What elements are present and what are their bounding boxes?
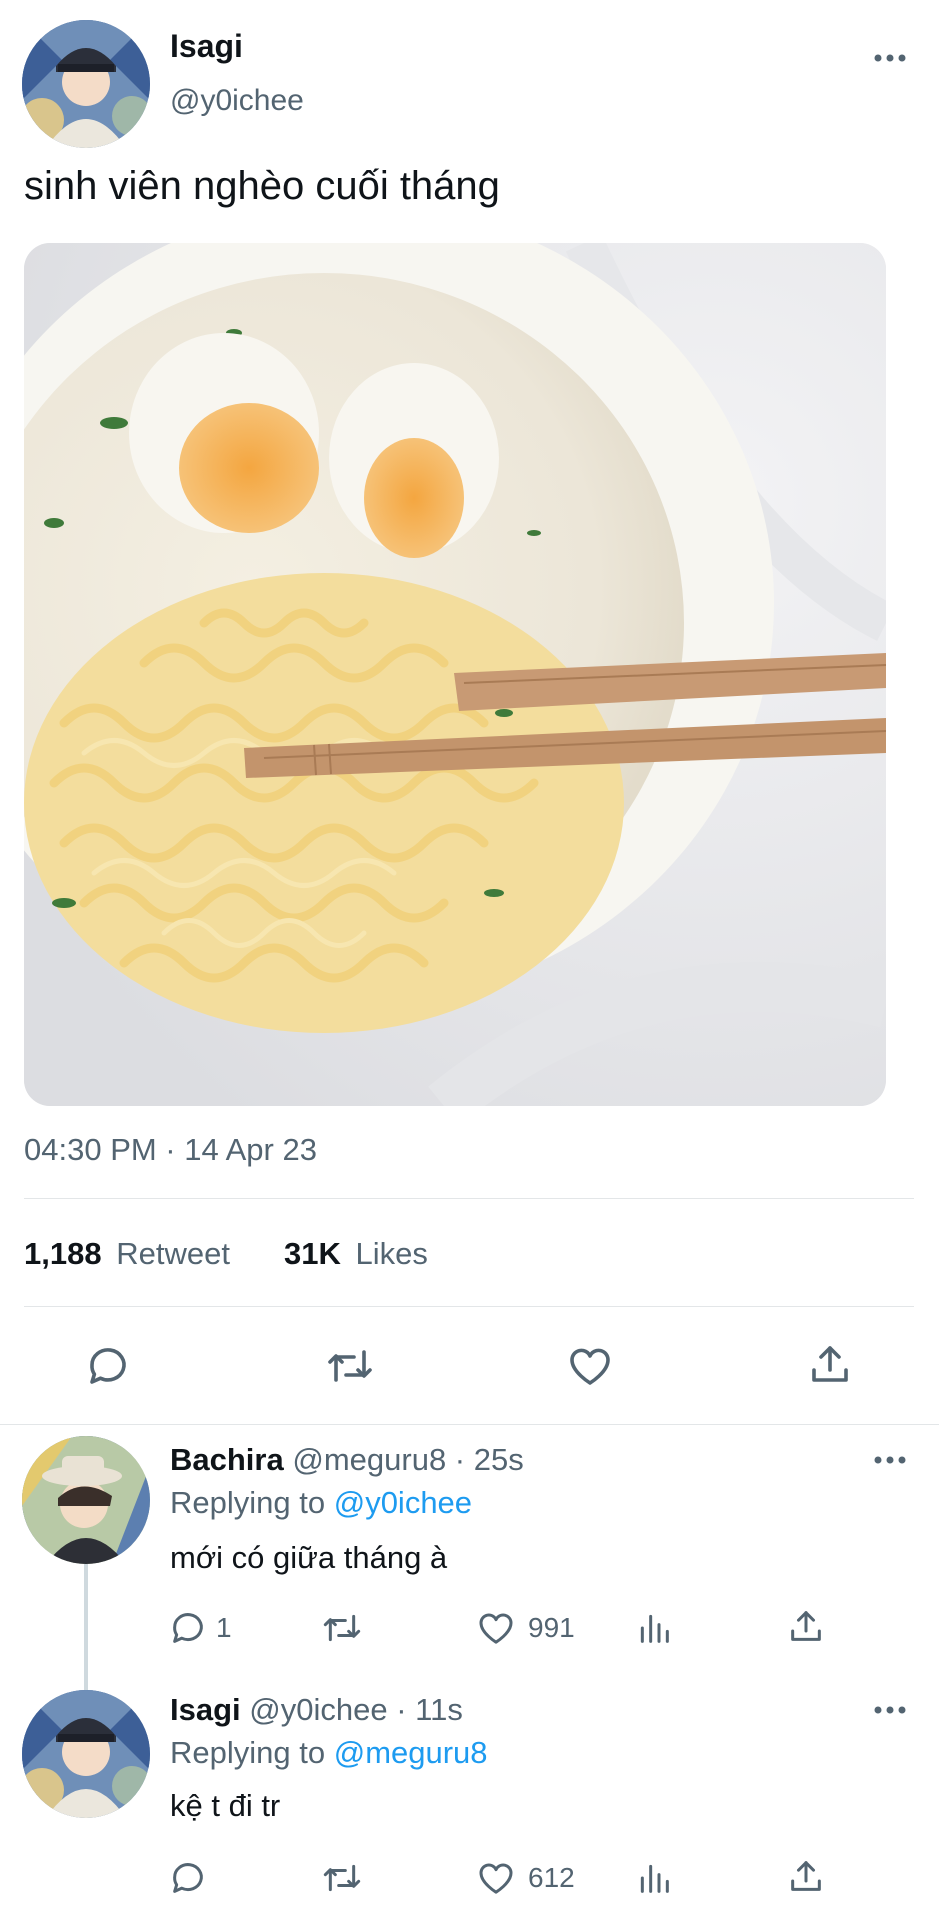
retweet-icon[interactable] bbox=[324, 1342, 376, 1390]
heart-icon[interactable] bbox=[566, 1342, 614, 1390]
more-icon[interactable] bbox=[872, 50, 908, 66]
retweet-count: 1,188 bbox=[24, 1236, 102, 1271]
reply-text: kệ t đi tr bbox=[170, 1788, 281, 1823]
reply-author-name[interactable]: Isagi bbox=[170, 1692, 241, 1727]
divider bbox=[0, 1424, 939, 1425]
replying-prefix: Replying to bbox=[170, 1485, 326, 1520]
author-handle[interactable]: @y0ichee bbox=[170, 84, 304, 118]
like-count: 612 bbox=[528, 1862, 575, 1893]
retweet-icon[interactable] bbox=[320, 1858, 364, 1898]
likes-count: 31K bbox=[284, 1236, 341, 1271]
likes-label: Likes bbox=[355, 1236, 428, 1271]
replying-to-link[interactable]: @meguru8 bbox=[334, 1735, 488, 1770]
more-icon[interactable] bbox=[872, 1452, 908, 1468]
reply-icon[interactable] bbox=[168, 1608, 208, 1648]
reply-time[interactable]: · 25s bbox=[446, 1442, 524, 1477]
heart-icon[interactable] bbox=[476, 1858, 516, 1898]
share-icon[interactable] bbox=[806, 1340, 854, 1388]
likes-stats[interactable]: 31K Likes bbox=[284, 1236, 428, 1272]
tweet-timestamp[interactable]: 04:30 PM · 14 Apr 23 bbox=[24, 1132, 317, 1168]
reply-count: 1 bbox=[216, 1612, 232, 1643]
share-icon[interactable] bbox=[786, 1606, 826, 1646]
retweet-label: Retweet bbox=[116, 1236, 230, 1271]
reply-icon[interactable] bbox=[84, 1342, 132, 1390]
heart-icon[interactable] bbox=[476, 1608, 516, 1648]
reply-author-handle[interactable]: @y0ichee bbox=[249, 1692, 387, 1727]
replying-prefix: Replying to bbox=[170, 1735, 326, 1770]
author-avatar[interactable] bbox=[22, 20, 150, 148]
tweet-text: sinh viên nghèo cuối tháng bbox=[24, 164, 500, 208]
reply-header: Bachira @meguru8 · 25s bbox=[170, 1442, 524, 1478]
analytics-icon[interactable] bbox=[634, 1608, 674, 1648]
analytics-icon[interactable] bbox=[634, 1858, 674, 1898]
retweet-icon[interactable] bbox=[320, 1608, 364, 1648]
replying-to: Replying to @y0ichee bbox=[170, 1485, 472, 1521]
like-count: 991 bbox=[528, 1612, 575, 1643]
retweet-stats[interactable]: 1,188 Retweet bbox=[24, 1236, 230, 1272]
divider bbox=[24, 1306, 914, 1307]
author-name[interactable]: Isagi bbox=[170, 28, 243, 65]
tweet-image[interactable] bbox=[24, 243, 886, 1106]
reply-author-handle[interactable]: @meguru8 bbox=[292, 1442, 446, 1477]
reply-avatar[interactable] bbox=[22, 1436, 150, 1564]
reply-icon[interactable] bbox=[168, 1858, 208, 1898]
more-icon[interactable] bbox=[872, 1702, 908, 1718]
reply-author-name[interactable]: Bachira bbox=[170, 1442, 284, 1477]
thread-line bbox=[84, 1562, 88, 1692]
share-icon[interactable] bbox=[786, 1856, 826, 1896]
reply-time[interactable]: · 11s bbox=[388, 1692, 463, 1727]
reply-header: Isagi @y0ichee · 11s bbox=[170, 1692, 463, 1728]
divider bbox=[24, 1198, 914, 1199]
replying-to-link[interactable]: @y0ichee bbox=[334, 1485, 472, 1520]
replying-to: Replying to @meguru8 bbox=[170, 1735, 488, 1771]
reply-avatar[interactable] bbox=[22, 1690, 150, 1818]
reply-text: mới có giữa tháng à bbox=[170, 1540, 448, 1575]
